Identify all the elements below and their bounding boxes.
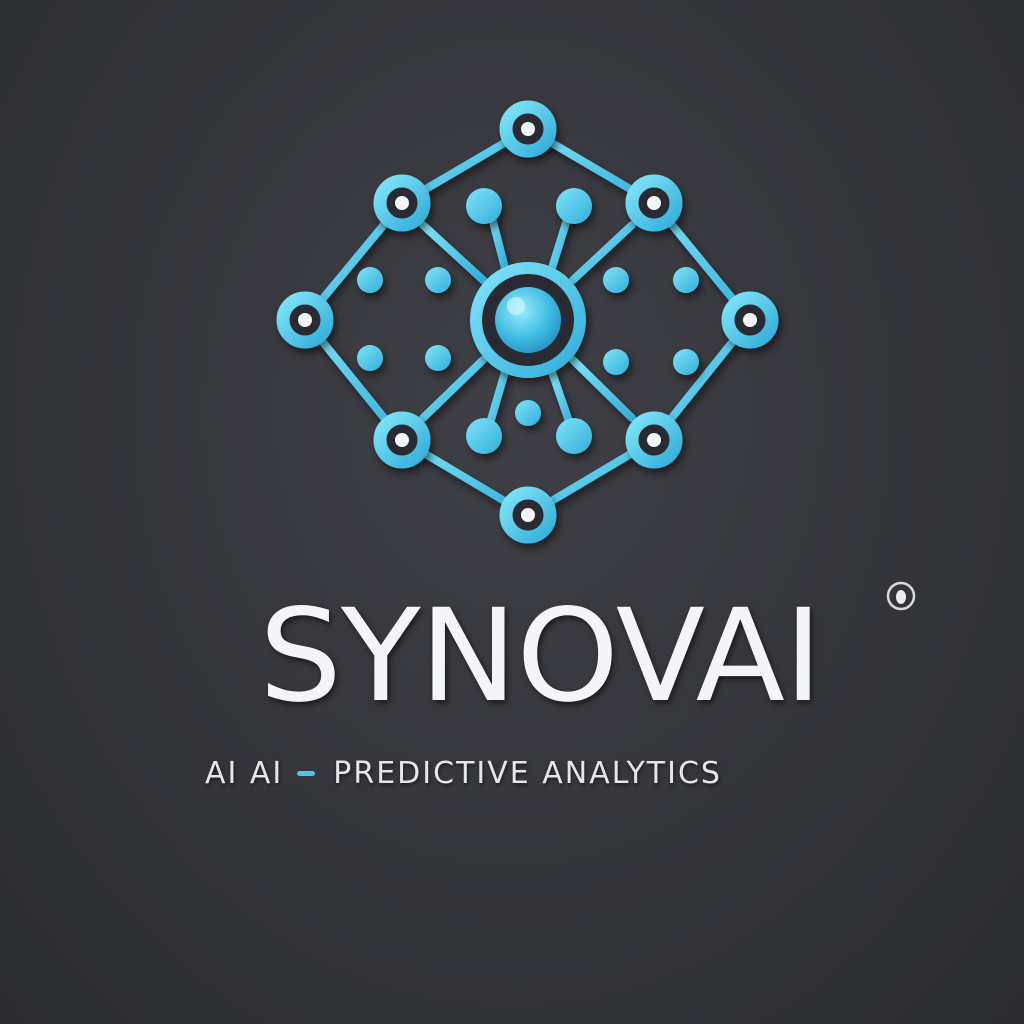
registered-mark-icon bbox=[886, 581, 916, 611]
tagline-prefix: AI AI bbox=[205, 756, 284, 791]
tagline-main: PREDICTIVE ANALYTICS bbox=[333, 756, 722, 791]
brand-name-text: SYNOVAI bbox=[259, 582, 822, 731]
tagline-separator bbox=[297, 771, 316, 776]
brand-name: SYNOVAI bbox=[0, 593, 1024, 721]
core-node bbox=[470, 262, 586, 378]
tagline: AI AI PREDICTIVE ANALYTICS bbox=[205, 756, 905, 791]
neural-network-icon bbox=[276, 100, 779, 544]
